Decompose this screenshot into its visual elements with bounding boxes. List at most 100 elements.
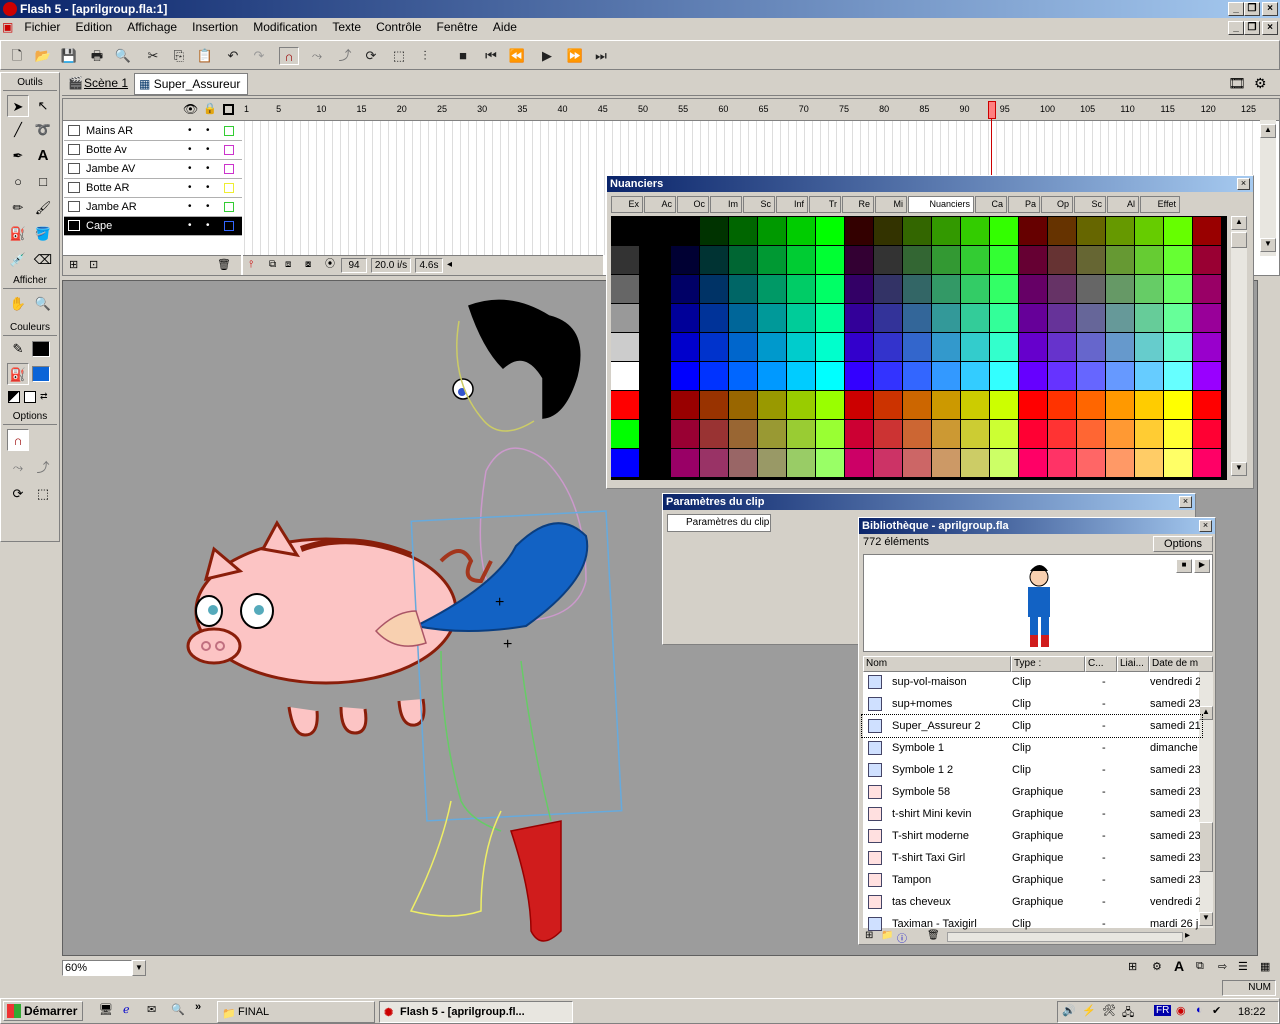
swatches-tab[interactable]: Effet (1140, 196, 1180, 213)
timeline-scroll-left-icon[interactable]: ◂ (447, 256, 452, 274)
layer-visible-dot[interactable]: • (188, 122, 192, 140)
smooth-icon[interactable]: ⤳ (307, 47, 327, 65)
info-panel-icon[interactable]: ⊞ (1128, 960, 1137, 973)
color-swatch[interactable] (845, 246, 873, 274)
color-swatch[interactable] (671, 246, 699, 274)
color-swatch[interactable] (932, 246, 960, 274)
color-swatch[interactable] (874, 420, 902, 448)
library-column-header[interactable]: Date de m (1149, 656, 1213, 672)
menu-insertion[interactable]: Insertion (186, 18, 244, 34)
outline-column-icon[interactable] (223, 104, 234, 115)
color-swatch[interactable] (1077, 275, 1105, 303)
no-color-icon[interactable] (24, 391, 36, 403)
onion-outline-icon[interactable]: ⧈ (285, 256, 291, 274)
color-swatch[interactable] (1193, 246, 1221, 274)
color-swatch[interactable] (874, 362, 902, 390)
layer-row[interactable]: Jambe AR • • (64, 198, 242, 217)
color-swatch[interactable] (787, 391, 815, 419)
instance-panel-icon[interactable]: ⧉ (1196, 960, 1204, 973)
color-swatch[interactable] (816, 449, 844, 477)
color-swatch[interactable] (642, 304, 670, 332)
color-swatch[interactable] (1106, 391, 1134, 419)
scroll-up-icon[interactable]: ▲ (1260, 124, 1276, 138)
color-swatch[interactable] (874, 333, 902, 361)
swatches-tab[interactable]: Sc (1074, 196, 1106, 213)
color-swatch[interactable] (1019, 449, 1047, 477)
color-swatch[interactable] (961, 362, 989, 390)
layer-outline-color[interactable] (224, 183, 234, 193)
color-swatch[interactable] (961, 217, 989, 245)
color-swatch[interactable] (1193, 449, 1221, 477)
color-swatch[interactable] (787, 275, 815, 303)
color-swatch[interactable] (1077, 304, 1105, 332)
color-swatch[interactable] (932, 362, 960, 390)
color-swatch[interactable] (903, 420, 931, 448)
swatches-tab[interactable]: Re (842, 196, 874, 213)
color-swatch[interactable] (758, 391, 786, 419)
library-row[interactable]: t-shirt Mini kevin Graphique - samedi 23 (862, 803, 1202, 825)
color-swatch[interactable] (1048, 275, 1076, 303)
magnet-icon[interactable]: ∩ (279, 47, 299, 65)
color-swatch[interactable] (845, 275, 873, 303)
color-swatch[interactable] (611, 217, 639, 245)
paste-icon[interactable]: 📋 (195, 47, 215, 65)
color-swatch[interactable] (961, 246, 989, 274)
library-row[interactable]: sup+momes Clip - samedi 23 (862, 693, 1202, 715)
color-swatch[interactable] (874, 391, 902, 419)
layer-row[interactable]: Cape • • (64, 217, 242, 236)
swatches-tab[interactable]: Nuanciers (908, 196, 974, 213)
language-indicator[interactable]: FR (1154, 1005, 1172, 1016)
layer-visible-dot[interactable]: • (188, 141, 192, 159)
color-swatch[interactable] (758, 304, 786, 332)
scale-option-icon[interactable]: ⬚ (32, 483, 54, 505)
color-swatch[interactable] (758, 362, 786, 390)
color-swatch[interactable] (874, 304, 902, 332)
color-swatch[interactable] (1077, 362, 1105, 390)
color-swatch[interactable] (1106, 304, 1134, 332)
color-swatch[interactable] (1193, 420, 1221, 448)
color-swatch[interactable] (1077, 449, 1105, 477)
color-swatch[interactable] (874, 246, 902, 274)
color-swatch[interactable] (990, 362, 1018, 390)
color-swatch[interactable] (1048, 449, 1076, 477)
layer-row[interactable]: Jambe AV • • (64, 160, 242, 179)
color-swatch[interactable] (845, 333, 873, 361)
clip-params-tab[interactable]: Paramètres du clip (667, 514, 771, 532)
library-row[interactable]: tas cheveux Graphique - vendredi 2 (862, 891, 1202, 913)
color-swatch[interactable] (787, 449, 815, 477)
color-swatch[interactable] (671, 420, 699, 448)
menu-affichage[interactable]: Affichage (121, 18, 183, 34)
color-swatch[interactable] (611, 275, 639, 303)
fill-color-icon[interactable]: ⛽ (7, 363, 29, 385)
color-swatch[interactable] (1019, 362, 1047, 390)
color-swatch[interactable] (1077, 333, 1105, 361)
volume-icon[interactable]: 🔊 (1062, 1004, 1076, 1017)
color-swatch[interactable] (1135, 217, 1163, 245)
color-swatch[interactable] (990, 333, 1018, 361)
swatches-tab[interactable]: Oc (677, 196, 709, 213)
tray-app-icon[interactable]: ⚡ (1082, 1004, 1096, 1017)
menu-aide[interactable]: Aide (487, 18, 523, 34)
color-swatch[interactable] (1106, 246, 1134, 274)
quicklaunch-ie-icon[interactable]: ℯ (123, 1003, 130, 1016)
layer-outline-color[interactable] (224, 145, 234, 155)
rotate-option-icon[interactable]: ⟳ (7, 483, 29, 505)
color-swatch[interactable] (1106, 362, 1134, 390)
color-swatch[interactable] (700, 217, 728, 245)
color-swatch[interactable] (1077, 391, 1105, 419)
color-swatch[interactable] (1135, 362, 1163, 390)
color-swatch[interactable] (1048, 246, 1076, 274)
snap-magnet-icon[interactable]: ∩ (7, 429, 29, 451)
color-swatch[interactable] (1164, 217, 1192, 245)
color-swatch[interactable] (1135, 391, 1163, 419)
color-swatch[interactable] (1135, 420, 1163, 448)
library-column-header[interactable]: Nom (863, 656, 1011, 672)
layer-visible-dot[interactable]: • (188, 198, 192, 216)
color-swatch[interactable] (816, 391, 844, 419)
doc-minimize-button[interactable]: _ (1228, 21, 1244, 35)
color-swatch[interactable] (729, 246, 757, 274)
color-swatch[interactable] (611, 333, 639, 361)
line-tool-icon[interactable]: ╱ (7, 119, 29, 141)
swatches-tab[interactable]: Pa (1008, 196, 1040, 213)
layer-outline-color[interactable] (224, 126, 234, 136)
